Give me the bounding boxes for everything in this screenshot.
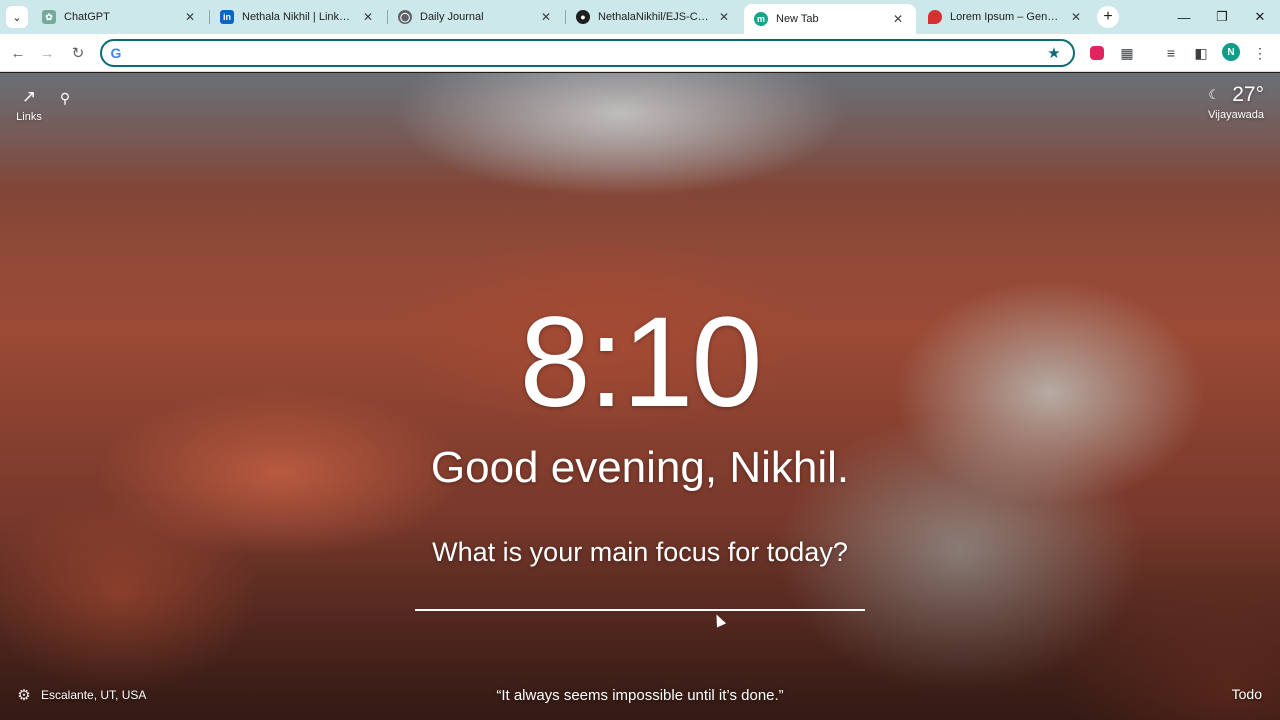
tab-title: ChatGPT	[64, 11, 110, 23]
media-queue-icon: ≡	[1166, 45, 1176, 61]
tab-lorem-ipsum[interactable]: Lorem Ipsum – Generator ✕	[918, 4, 1094, 30]
menu-button[interactable]: ⋮	[1249, 42, 1271, 64]
close-icon[interactable]: ✕	[716, 9, 732, 25]
close-icon[interactable]: ✕	[1068, 9, 1084, 25]
reload-icon: ↻	[71, 45, 85, 62]
close-window-button[interactable]: ✕	[1241, 4, 1279, 30]
external-link-icon: ↗	[21, 87, 37, 106]
close-icon[interactable]: ✕	[890, 11, 906, 27]
google-icon: G	[110, 45, 122, 61]
tab-chatgpt[interactable]: ✿ ChatGPT ✕	[32, 4, 208, 30]
focus-question: What is your main focus for today?	[432, 537, 848, 567]
close-icon[interactable]: ✕	[360, 9, 376, 25]
puzzle-icon: ▦	[1120, 44, 1134, 61]
arrow-right-icon: →	[39, 44, 55, 62]
close-icon: ✕	[1254, 9, 1266, 24]
daily-quote: “It always seems impossible until it’s d…	[496, 687, 784, 704]
extensions-button[interactable]: ▦	[1116, 42, 1138, 64]
links-label: Links	[16, 111, 42, 123]
reload-button[interactable]: ↻	[66, 41, 90, 65]
kebab-menu-icon: ⋮	[1253, 44, 1267, 61]
restore-icon: ❐	[1216, 9, 1228, 24]
tab-title: Lorem Ipsum – Generator	[950, 11, 1062, 23]
tab-search-button[interactable]: ⌄	[6, 6, 28, 28]
arrow-left-icon: ←	[10, 44, 26, 62]
side-panel-button[interactable]: ◧	[1190, 42, 1212, 64]
momentum-dashboard: ↗ Links ⚲ ☾ 27° Vijayawada 8:10 Good eve…	[0, 73, 1280, 720]
forward-button[interactable]: →	[35, 41, 59, 65]
back-button[interactable]: ←	[6, 41, 30, 65]
weather-city: Vijayawada	[1207, 109, 1264, 121]
globe-icon: ◯	[398, 10, 412, 24]
search-icon[interactable]: ⚲	[56, 89, 74, 107]
moon-icon: ☾	[1208, 87, 1221, 102]
plus-icon: +	[1103, 8, 1113, 25]
lorem-icon	[928, 10, 942, 24]
github-icon: ●	[576, 10, 590, 24]
todo-button[interactable]: Todo	[1232, 686, 1262, 702]
extension-button[interactable]	[1086, 42, 1108, 64]
profile-avatar[interactable]: N	[1222, 43, 1240, 61]
tab-linkedin[interactable]: in Nethala Nikhil | LinkedIn ✕	[210, 4, 386, 30]
media-controls-button[interactable]: ≡	[1160, 42, 1182, 64]
tab-title: New Tab	[776, 13, 819, 25]
focus-input[interactable]	[415, 579, 865, 611]
tab-title: Nethala Nikhil | LinkedIn	[242, 11, 354, 23]
clock: 8:10	[519, 291, 762, 434]
address-bar[interactable]: G ★	[100, 39, 1075, 67]
tab-strip: ⌄ ✿ ChatGPT ✕ in Nethala Nikhil | Linked…	[0, 0, 1280, 34]
temperature: 27°	[1232, 83, 1264, 106]
linkedin-icon: in	[220, 10, 234, 24]
extension-red-icon	[1090, 46, 1104, 60]
tab-title: Daily Journal	[420, 11, 484, 23]
links-widget[interactable]: ↗ Links	[14, 87, 44, 123]
close-icon[interactable]: ✕	[538, 9, 554, 25]
browser-toolbar: ← → ↻ G ★ ▦ ≡ ◧ N ⋮	[0, 34, 1280, 72]
side-panel-icon: ◧	[1194, 44, 1208, 61]
minimize-button[interactable]: —	[1165, 4, 1203, 30]
chevron-down-icon: ⌄	[12, 11, 22, 24]
minimize-icon: —	[1177, 9, 1191, 25]
tab-github[interactable]: ● NethalaNikhil/EJS-Challeng ✕	[566, 4, 742, 30]
restore-button[interactable]: ❐	[1203, 4, 1241, 30]
chatgpt-icon: ✿	[42, 10, 56, 24]
tab-daily-journal[interactable]: ◯ Daily Journal ✕	[388, 4, 564, 30]
momentum-icon: m	[754, 12, 768, 26]
new-tab-button[interactable]: +	[1097, 6, 1119, 28]
bookmark-star-icon[interactable]: ★	[1043, 42, 1065, 64]
tab-new-tab[interactable]: m New Tab ✕	[744, 4, 916, 34]
close-icon[interactable]: ✕	[182, 9, 198, 25]
tab-title: NethalaNikhil/EJS-Challeng	[598, 11, 710, 23]
address-input[interactable]	[132, 42, 1043, 64]
greeting: Good evening, Nikhil.	[430, 443, 850, 492]
weather-widget[interactable]: ☾ 27° Vijayawada	[1206, 83, 1264, 121]
